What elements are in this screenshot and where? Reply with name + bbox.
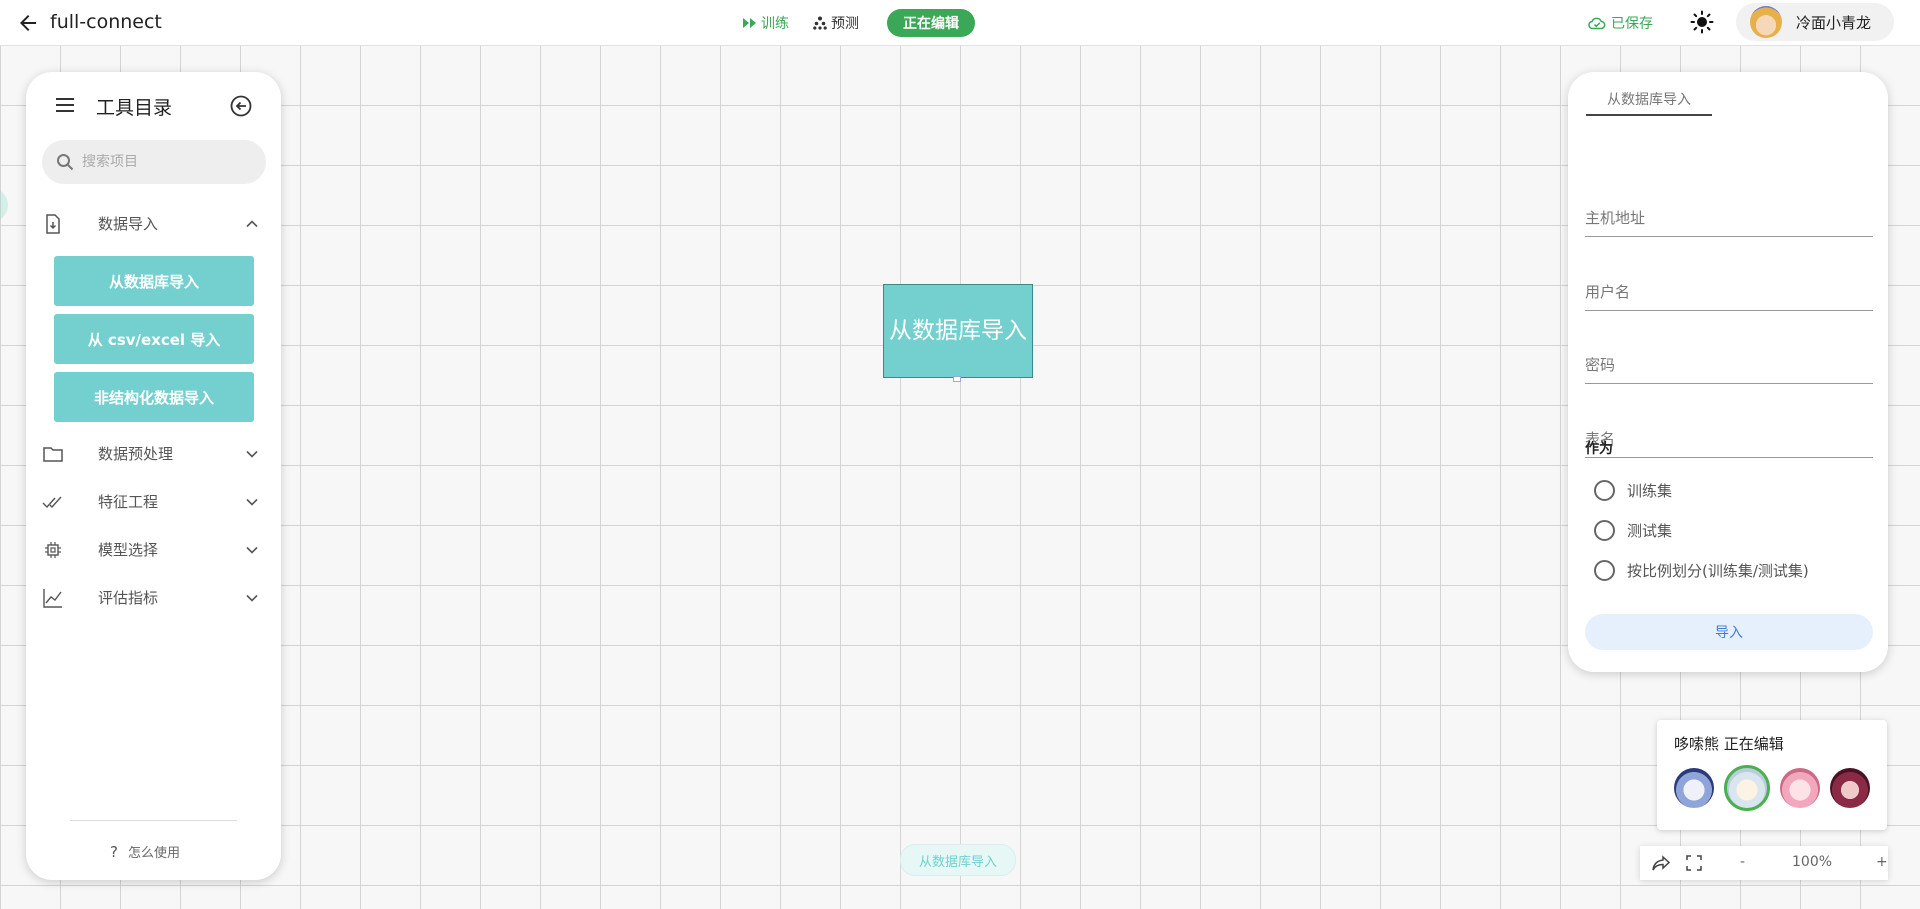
category-data-preprocessing[interactable]: 数据预处理 bbox=[26, 433, 281, 473]
zoom-level: 100% bbox=[1792, 854, 1833, 870]
predict-label: 预测 bbox=[831, 16, 859, 32]
category-label: 评估指标 bbox=[98, 588, 159, 607]
username-input[interactable] bbox=[1585, 274, 1873, 310]
avatar[interactable] bbox=[1830, 768, 1870, 808]
avatar[interactable] bbox=[1674, 768, 1714, 808]
search-input[interactable] bbox=[80, 153, 254, 171]
help-link[interactable]: ? 怎么使用 bbox=[110, 842, 180, 862]
import-button[interactable]: 导入 bbox=[1585, 614, 1873, 650]
fast-forward-icon bbox=[743, 18, 756, 28]
cloud-check-icon bbox=[1588, 17, 1606, 30]
zoom-toolbar: - 100% + bbox=[1640, 846, 1888, 880]
table-field bbox=[1585, 421, 1873, 458]
node-output-port[interactable] bbox=[953, 376, 961, 382]
collaborator-status: 哆嗦熊 正在编辑 bbox=[1674, 735, 1784, 753]
radio-train-set[interactable]: 训练集 bbox=[1594, 480, 1672, 501]
category-model-selection[interactable]: 模型选择 bbox=[26, 529, 281, 569]
category-label: 数据导入 bbox=[98, 214, 159, 233]
train-button[interactable]: 训练 bbox=[743, 13, 789, 33]
predict-button[interactable]: 预测 bbox=[813, 13, 859, 33]
category-evaluation-metrics[interactable]: 评估指标 bbox=[26, 577, 281, 617]
chevron-up-icon bbox=[246, 220, 258, 228]
user-name: 冷面小青龙 bbox=[1796, 13, 1872, 32]
radio-circle-icon bbox=[1594, 480, 1615, 501]
top-bar: full-connect 训练 预测 正在编辑 已保存 冷面小青龙 bbox=[0, 0, 1920, 46]
panel-title: 工具目录 bbox=[96, 97, 173, 119]
radio-test-set[interactable]: 测试集 bbox=[1594, 520, 1672, 541]
line-chart-icon bbox=[43, 589, 62, 608]
radio-label: 按比例划分(训练集/测试集) bbox=[1627, 562, 1809, 580]
chevron-down-icon bbox=[246, 450, 258, 458]
saved-label: 已保存 bbox=[1611, 16, 1653, 32]
node-import-database[interactable]: 从数据库导入 bbox=[883, 284, 1033, 378]
mode-actions: 训练 预测 正在编辑 bbox=[743, 9, 975, 37]
search-icon bbox=[57, 154, 74, 171]
fullscreen-icon[interactable] bbox=[1686, 855, 1702, 871]
chevron-down-icon bbox=[246, 498, 258, 506]
chip-icon bbox=[45, 542, 61, 558]
editing-mode-button[interactable]: 正在编辑 bbox=[887, 9, 975, 37]
password-input[interactable] bbox=[1585, 347, 1873, 383]
app-title: full-connect bbox=[50, 11, 162, 33]
category-feature-engineering[interactable]: 特征工程 bbox=[26, 481, 281, 521]
radio-circle-icon bbox=[1594, 560, 1615, 581]
question-icon: ? bbox=[110, 842, 118, 861]
radio-split-ratio[interactable]: 按比例划分(训练集/测试集) bbox=[1594, 560, 1809, 581]
password-field bbox=[1585, 347, 1873, 384]
user-menu[interactable]: 冷面小青龙 bbox=[1736, 3, 1894, 41]
save-status: 已保存 bbox=[1588, 13, 1653, 33]
radio-label: 训练集 bbox=[1627, 482, 1673, 500]
share-icon[interactable] bbox=[1652, 855, 1670, 871]
as-label: 作为 bbox=[1585, 441, 1613, 457]
double-check-icon bbox=[42, 496, 62, 509]
menu-icon[interactable] bbox=[54, 94, 76, 116]
properties-panel: 从数据库导入 作为 训练集 测试集 按比例划分(训练集/测试集) 导入 bbox=[1568, 72, 1888, 672]
tool-import-database[interactable]: 从数据库导入 bbox=[54, 256, 254, 306]
sun-icon[interactable] bbox=[1690, 10, 1714, 34]
avatar bbox=[1750, 6, 1782, 38]
avatar[interactable] bbox=[1780, 768, 1820, 808]
file-import-icon bbox=[46, 214, 60, 234]
collaborators-panel: 哆嗦熊 正在编辑 bbox=[1657, 720, 1887, 830]
username-field bbox=[1585, 274, 1873, 311]
collapse-panel-icon[interactable] bbox=[229, 94, 253, 118]
folder-icon bbox=[43, 447, 63, 462]
host-field bbox=[1585, 200, 1873, 237]
category-label: 特征工程 bbox=[98, 492, 159, 511]
chevron-down-icon bbox=[246, 594, 258, 602]
tool-import-unstructured[interactable]: 非结构化数据导入 bbox=[54, 372, 254, 422]
category-label: 模型选择 bbox=[98, 540, 159, 559]
chevron-down-icon bbox=[246, 546, 258, 554]
tool-import-csv-excel[interactable]: 从 csv/excel 导入 bbox=[54, 314, 254, 364]
help-label: 怎么使用 bbox=[127, 846, 180, 861]
zoom-in-button[interactable]: + bbox=[1876, 854, 1888, 870]
table-input[interactable] bbox=[1585, 421, 1873, 457]
divider bbox=[70, 820, 237, 821]
tool-directory-panel: 工具目录 数据导入 从数据库导入 从 csv/excel 导入 非结构化数据导入… bbox=[26, 72, 281, 880]
category-label: 数据预处理 bbox=[98, 444, 174, 463]
tab-import-database[interactable]: 从数据库导入 bbox=[1586, 86, 1712, 116]
search-box bbox=[42, 140, 266, 184]
category-data-import[interactable]: 数据导入 bbox=[26, 203, 281, 243]
avatar[interactable] bbox=[1724, 765, 1770, 811]
host-input[interactable] bbox=[1585, 200, 1873, 236]
collaborator-avatars bbox=[1674, 765, 1870, 811]
radio-circle-icon bbox=[1594, 520, 1615, 541]
selected-node-chip[interactable]: 从数据库导入 bbox=[900, 844, 1016, 876]
tree-icon bbox=[813, 16, 827, 30]
radio-label: 测试集 bbox=[1627, 522, 1673, 540]
train-label: 训练 bbox=[761, 16, 789, 32]
back-arrow-icon[interactable] bbox=[16, 11, 40, 35]
zoom-out-button[interactable]: - bbox=[1740, 854, 1745, 870]
